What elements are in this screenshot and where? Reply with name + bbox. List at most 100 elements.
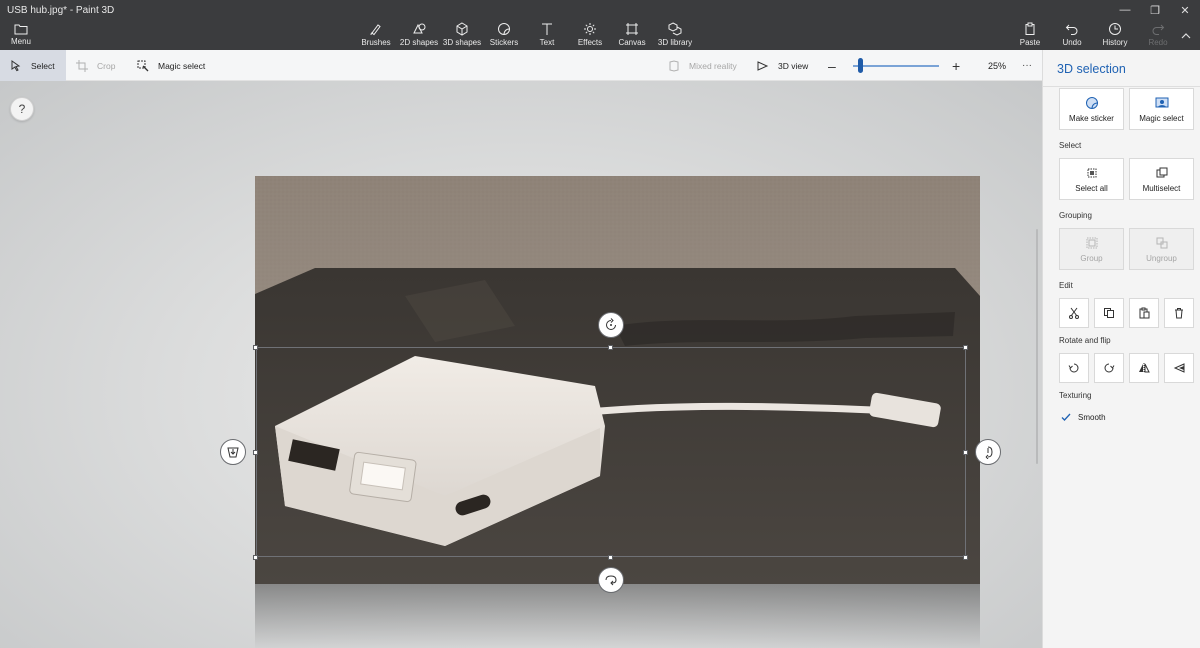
resize-handle[interactable] xyxy=(608,345,613,350)
paste-button[interactable]: Paste xyxy=(1019,22,1041,50)
delete-icon xyxy=(1175,308,1183,319)
vertical-scrollbar[interactable] xyxy=(1036,229,1038,464)
grouping-section-label: Grouping xyxy=(1059,211,1092,220)
flip-vertical-button[interactable] xyxy=(1164,353,1194,383)
ungroup-button[interactable]: Ungroup xyxy=(1129,228,1194,270)
mixed-reality-button[interactable]: Mixed reality xyxy=(668,50,737,81)
history-button[interactable]: History xyxy=(1102,22,1128,50)
2d-shapes-icon xyxy=(413,23,426,34)
tool-brushes[interactable]: Brushes xyxy=(361,22,391,50)
3d-view-icon xyxy=(757,60,769,71)
tool-3d-shapes[interactable]: 3D shapes xyxy=(442,22,482,50)
rotate-x-gizmo[interactable] xyxy=(598,567,624,593)
resize-handle[interactable] xyxy=(253,555,258,560)
tool-2d-shapes[interactable]: 2D shapes xyxy=(400,22,438,50)
panel-paste-button[interactable] xyxy=(1129,298,1159,328)
checkmark-icon[interactable] xyxy=(1060,411,1072,423)
group-button[interactable]: Group xyxy=(1059,228,1124,270)
zoom-level[interactable]: 25% xyxy=(988,50,1006,81)
magic-select-icon xyxy=(137,60,149,71)
paste-icon xyxy=(1139,307,1150,319)
make-sticker-button[interactable]: Make sticker xyxy=(1059,88,1124,130)
more-options-button[interactable]: ··· xyxy=(1022,50,1032,81)
multiselect-button[interactable]: Multiselect xyxy=(1129,158,1194,200)
menu-button[interactable]: Menu xyxy=(6,20,36,48)
flip-horizontal-icon xyxy=(1139,363,1150,373)
redo-button[interactable]: Redo xyxy=(1148,22,1168,50)
tool-text[interactable]: Text xyxy=(538,22,556,50)
canvas-area[interactable]: ? xyxy=(0,81,1042,648)
mixed-reality-label: Mixed reality xyxy=(689,60,737,71)
resize-handle[interactable] xyxy=(963,555,968,560)
tool-label: Brushes xyxy=(361,38,391,47)
tool-canvas[interactable]: Canvas xyxy=(618,22,646,50)
cursor-icon xyxy=(11,59,21,71)
menu-label: Menu xyxy=(10,37,31,46)
select-tool-button[interactable]: Select xyxy=(0,50,66,81)
minimize-icon[interactable]: — xyxy=(1110,0,1140,20)
3d-shapes-icon xyxy=(456,22,468,36)
tool-3d-library[interactable]: 3D library xyxy=(658,22,692,50)
crop-button[interactable]: Crop xyxy=(76,50,115,81)
zoom-in-button[interactable]: + xyxy=(952,50,960,81)
tool-label: Canvas xyxy=(618,38,646,47)
magic-select-button[interactable]: Magic select xyxy=(137,50,205,81)
mixed-reality-icon xyxy=(669,59,679,72)
canvas-reflection xyxy=(255,584,980,648)
window-controls: — ❐ ✕ xyxy=(1110,0,1200,20)
3d-view-label: 3D view xyxy=(778,60,809,71)
restore-icon[interactable]: ❐ xyxy=(1140,0,1170,20)
tool-label: Effects xyxy=(577,38,603,47)
rotate-z-gizmo[interactable] xyxy=(598,312,624,338)
ribbon-bar: USB hub.jpg* - Paint 3D — ❐ ✕ Menu Brush… xyxy=(0,0,1200,50)
resize-handle[interactable] xyxy=(608,555,613,560)
smooth-checkbox[interactable]: Smooth xyxy=(1060,411,1106,423)
3d-view-button[interactable]: 3D view xyxy=(757,50,808,81)
rotate-left-button[interactable] xyxy=(1059,353,1089,383)
select-all-button[interactable]: Select all xyxy=(1059,158,1124,200)
redo-icon xyxy=(1152,24,1165,35)
panel-magic-select-button[interactable]: Magic select xyxy=(1129,88,1194,130)
rotate-y-gizmo[interactable] xyxy=(975,439,1001,465)
zoom-slider-thumb[interactable] xyxy=(858,58,863,73)
selection-box[interactable] xyxy=(256,347,966,557)
tool-label: 3D library xyxy=(657,38,693,47)
canvas-icon xyxy=(626,23,638,35)
sticker-icon xyxy=(1085,96,1098,109)
rotate-right-button[interactable] xyxy=(1094,353,1124,383)
tool-stickers[interactable]: Stickers xyxy=(490,22,518,50)
flip-horizontal-button[interactable] xyxy=(1129,353,1159,383)
select-section-label: Select xyxy=(1059,141,1082,150)
copy-button[interactable] xyxy=(1094,298,1124,328)
make-sticker-label: Make sticker xyxy=(1069,113,1114,123)
ungroup-label: Ungroup xyxy=(1146,253,1177,263)
tool-label: 3D shapes xyxy=(442,38,482,47)
cut-button[interactable] xyxy=(1059,298,1089,328)
resize-handle[interactable] xyxy=(963,345,968,350)
chevron-up-icon[interactable] xyxy=(1180,30,1192,42)
zoom-out-button[interactable]: – xyxy=(828,50,836,81)
brush-icon xyxy=(370,24,381,36)
rotate-section-label: Rotate and flip xyxy=(1059,336,1111,345)
close-icon[interactable]: ✕ xyxy=(1170,0,1200,20)
window-title: USB hub.jpg* - Paint 3D xyxy=(7,5,115,16)
push-back-gizmo[interactable] xyxy=(220,439,246,465)
tool-label: Stickers xyxy=(489,38,519,47)
history-icon xyxy=(1109,23,1121,35)
multiselect-label: Multiselect xyxy=(1142,183,1181,193)
resize-handle[interactable] xyxy=(253,345,258,350)
panel-title: 3D selection xyxy=(1057,62,1126,76)
selection-toolbar: Select Crop Magic select Mixed reality 3… xyxy=(0,50,1042,81)
delete-button[interactable] xyxy=(1164,298,1194,328)
zoom-slider-track[interactable] xyxy=(853,65,939,67)
group-icon xyxy=(1086,237,1097,248)
tool-effects[interactable]: Effects xyxy=(578,22,602,50)
resize-handle[interactable] xyxy=(963,450,968,455)
push-back-icon xyxy=(227,447,239,458)
edit-section-label: Edit xyxy=(1059,281,1073,290)
select-tool-label: Select xyxy=(31,60,55,71)
undo-button[interactable]: Undo xyxy=(1062,22,1082,50)
divider xyxy=(1043,86,1200,87)
help-button[interactable]: ? xyxy=(10,97,34,121)
resize-handle[interactable] xyxy=(253,450,258,455)
